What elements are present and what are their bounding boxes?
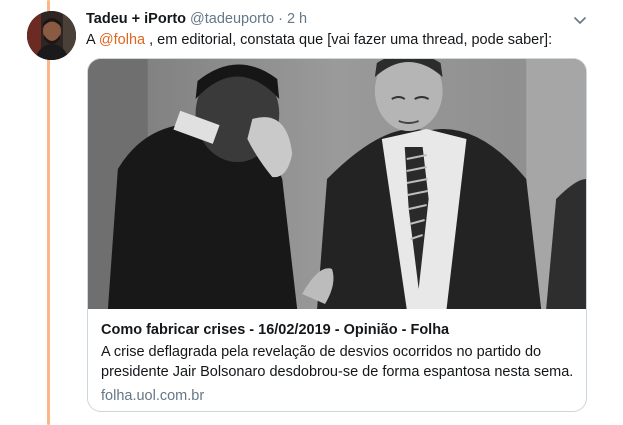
thread-line [47, 0, 50, 425]
card-description-line-1: A crise deflagrada pela revelação de des… [101, 344, 542, 360]
mention-link[interactable]: @folha [99, 32, 145, 48]
card-description-line-2: presidente Jair Bolsonaro desdobrou-se d… [101, 364, 573, 380]
avatar-image [27, 11, 76, 60]
tweet-time[interactable]: 2 h [287, 10, 307, 29]
tweet-text-before: A [86, 32, 99, 48]
author-name[interactable]: Tadeu + iPorto [86, 10, 186, 29]
tweet-header: Tadeu + iPorto @tadeuporto · 2 h [86, 10, 588, 29]
author-handle[interactable]: @tadeuporto [190, 10, 274, 29]
tweet-text: A @folha , em editorial, constata que [v… [86, 30, 588, 50]
separator-dot: · [278, 11, 283, 27]
card-image [88, 59, 586, 309]
chevron-down-icon[interactable] [572, 12, 588, 28]
card-domain: folha.uol.com.br [101, 388, 205, 404]
card-title: Como fabricar crises - 16/02/2019 - Opin… [101, 322, 450, 338]
link-card[interactable]: Como fabricar crises - 16/02/2019 - Opin… [87, 58, 587, 412]
avatar[interactable] [27, 11, 76, 60]
tweet-text-after: , em editorial, constata que [vai fazer … [145, 32, 553, 48]
card-meta: Como fabricar crises - 16/02/2019 - Opin… [88, 309, 586, 406]
tweet: Tadeu + iPorto @tadeuporto · 2 h A @folh… [86, 10, 588, 50]
